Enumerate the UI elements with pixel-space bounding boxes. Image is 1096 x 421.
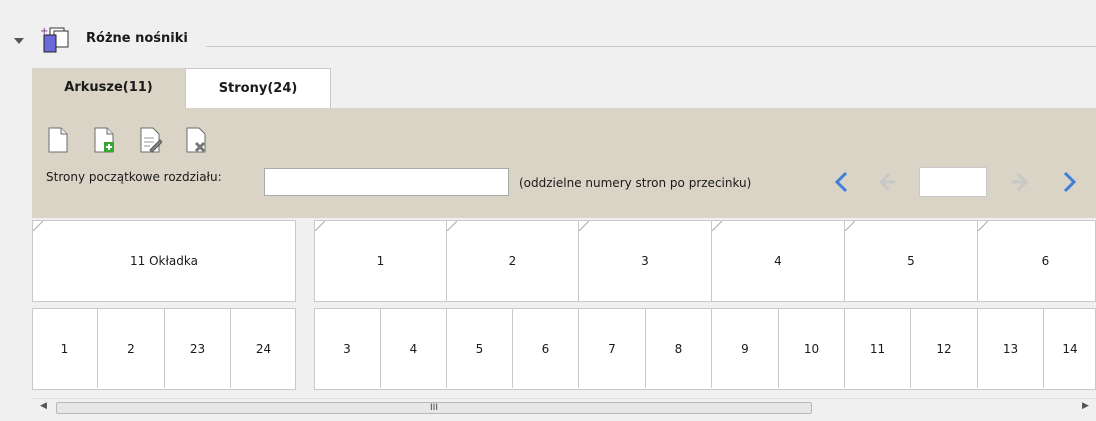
section-divider: [206, 46, 1096, 47]
sheet-label: 11 Okładka: [130, 254, 198, 268]
add-page-icon[interactable]: [92, 126, 116, 154]
page-cell[interactable]: 13: [978, 308, 1043, 390]
sheet-cover[interactable]: 11 Okładka: [32, 220, 296, 302]
tab-bar: Arkusze(11) Strony(24): [32, 68, 1096, 108]
page-corner-icon: [579, 221, 589, 231]
page-corner-icon: [845, 221, 855, 231]
page-cell[interactable]: 10: [779, 308, 844, 390]
scrollbar-thumb[interactable]: III: [56, 402, 812, 414]
chapter-start-hint: (oddzielne numery stron po przecinku): [519, 176, 752, 190]
page-cell[interactable]: 11: [845, 308, 910, 390]
delete-page-icon[interactable]: [184, 126, 208, 154]
page-corner-icon: [447, 221, 457, 231]
page-cell[interactable]: 8: [646, 308, 711, 390]
page-corner-icon: [712, 221, 722, 231]
sheet-label: 5: [907, 254, 915, 268]
sheet-label: 3: [641, 254, 649, 268]
sheet[interactable]: 6: [977, 220, 1096, 302]
page-cell[interactable]: 6: [513, 308, 578, 390]
page-corner-icon: [315, 221, 325, 231]
sheet[interactable]: 2: [446, 220, 579, 302]
toolbar-panel: Strony początkowe rozdziału: (oddzielne …: [32, 108, 1096, 218]
sheet[interactable]: 4: [711, 220, 845, 302]
page-cell[interactable]: 4: [381, 308, 446, 390]
tab-sheets[interactable]: Arkusze(11): [32, 68, 185, 108]
edit-page-icon[interactable]: [138, 126, 162, 154]
sheet-label: 6: [1041, 254, 1050, 268]
page-cell[interactable]: 7: [579, 308, 645, 390]
mixed-media-icon: +: [40, 26, 69, 53]
scroll-right-icon[interactable]: ▶: [1082, 401, 1089, 411]
chapter-start-label: Strony początkowe rozdziału:: [46, 170, 222, 184]
page-corner-icon: [33, 221, 43, 231]
horizontal-scrollbar[interactable]: ◀ III ▶: [32, 398, 1096, 417]
sheet[interactable]: 3: [578, 220, 712, 302]
sheet-label: 2: [508, 254, 517, 268]
page-cell[interactable]: 1: [32, 308, 97, 390]
sheet[interactable]: 1: [314, 220, 447, 302]
page-cell[interactable]: 14: [1044, 308, 1096, 390]
sheet-label: 1: [376, 254, 385, 268]
page-cell[interactable]: 12: [911, 308, 977, 390]
page-number-input[interactable]: [919, 167, 987, 197]
tab-pages[interactable]: Strony(24): [185, 68, 331, 108]
page-cell[interactable]: 9: [712, 308, 778, 390]
first-page-icon[interactable]: [832, 170, 852, 194]
new-page-icon[interactable]: [46, 126, 70, 154]
scroll-left-icon[interactable]: ◀: [40, 401, 47, 411]
section-title: Różne nośniki: [86, 31, 188, 46]
sheet[interactable]: 5: [844, 220, 978, 302]
next-page-icon[interactable]: [1008, 170, 1030, 194]
page-cell[interactable]: 23: [165, 308, 230, 390]
collapse-arrow-icon[interactable]: [14, 38, 24, 44]
page-cell[interactable]: 3: [314, 308, 380, 390]
page-cell[interactable]: 2: [98, 308, 164, 390]
page-cell[interactable]: 5: [447, 308, 512, 390]
svg-text:+: +: [40, 26, 48, 37]
sheet-label: 4: [774, 254, 782, 268]
last-page-icon[interactable]: [1059, 170, 1079, 194]
page-corner-icon: [978, 221, 988, 231]
chapter-start-input[interactable]: [264, 168, 509, 196]
previous-page-icon[interactable]: [877, 170, 899, 194]
page-cell[interactable]: 24: [231, 308, 296, 390]
